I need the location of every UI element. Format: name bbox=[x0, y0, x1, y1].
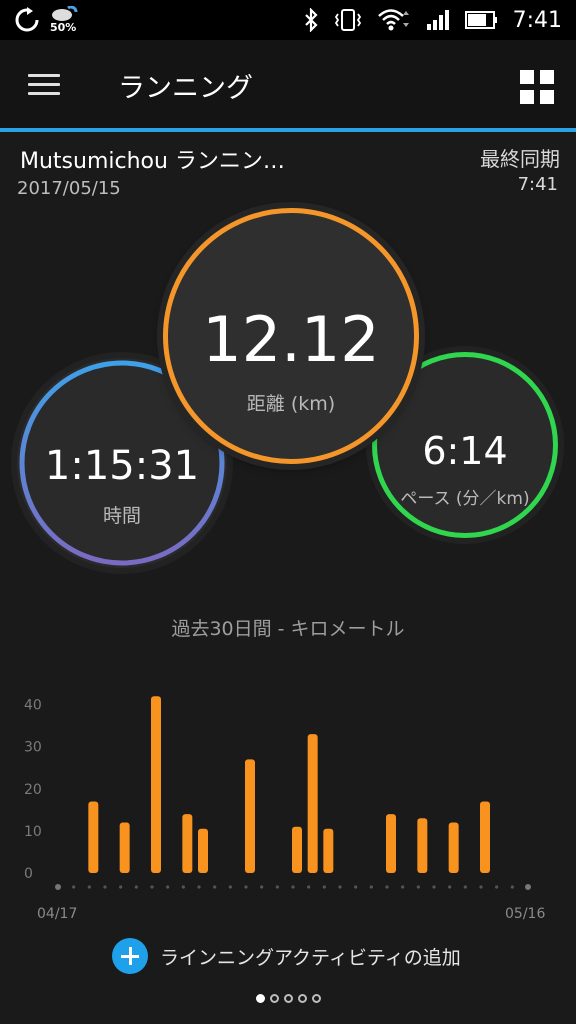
x-axis-dot bbox=[307, 885, 311, 889]
x-axis-dot bbox=[510, 885, 514, 889]
x-axis-dot bbox=[495, 885, 499, 889]
chart-bar[interactable] bbox=[448, 822, 459, 873]
x-axis-dot bbox=[448, 885, 452, 889]
clock: 7:41 bbox=[512, 7, 562, 33]
chart-bar[interactable] bbox=[198, 828, 208, 873]
x-axis-dot bbox=[213, 885, 217, 889]
activity-title[interactable]: Mutsumichou ランニン… bbox=[20, 143, 285, 175]
distance-gauge[interactable]: 12.12 距離 (km) bbox=[163, 208, 419, 464]
chart-bar[interactable] bbox=[417, 818, 428, 873]
distance-value: 12.12 bbox=[202, 303, 380, 376]
grid-icon[interactable] bbox=[520, 70, 554, 104]
chart-bar[interactable] bbox=[151, 696, 161, 873]
chart-bar[interactable] bbox=[323, 828, 334, 873]
hamburger-menu-icon[interactable] bbox=[28, 74, 60, 96]
pace-value: 6:14 bbox=[422, 429, 508, 473]
weather-icon: 50% bbox=[50, 5, 78, 34]
x-axis-end-label: 05/16 bbox=[505, 906, 546, 922]
chart-bar[interactable] bbox=[119, 822, 130, 873]
x-axis-dot bbox=[260, 885, 264, 889]
x-axis-dot bbox=[87, 885, 91, 889]
page-dot[interactable] bbox=[283, 994, 293, 1003]
x-axis-dot bbox=[338, 885, 342, 889]
chart-bar[interactable] bbox=[386, 814, 396, 873]
bluetooth-icon bbox=[304, 8, 318, 32]
battery-icon bbox=[464, 11, 497, 29]
chart-bar[interactable] bbox=[88, 801, 99, 873]
chart-bar[interactable] bbox=[480, 801, 490, 873]
pace-label: ペース (分／km) bbox=[400, 489, 530, 509]
x-axis-dot bbox=[244, 885, 248, 889]
x-axis-dot bbox=[197, 885, 201, 889]
activity-date: 2017/05/15 bbox=[17, 178, 121, 199]
y-tick-label: 20 bbox=[24, 782, 42, 798]
chart-title: 過去30日間 - キロメートル bbox=[171, 618, 405, 640]
x-axis-dot bbox=[119, 885, 123, 889]
x-axis-dot bbox=[322, 885, 326, 889]
x-axis-dot bbox=[463, 885, 467, 889]
weather-percent: 50% bbox=[50, 21, 77, 34]
x-axis-start-label: 04/17 bbox=[37, 906, 78, 922]
x-axis-dot bbox=[432, 885, 436, 889]
x-axis-dot bbox=[228, 885, 232, 889]
x-axis-dot bbox=[72, 885, 76, 889]
toolbar-accent-line bbox=[0, 128, 576, 132]
page-dot[interactable] bbox=[255, 994, 265, 1003]
distance-bar-chart[interactable]: 0 10 20 30 40 bbox=[0, 670, 576, 900]
add-activity-button[interactable]: ラインニングアクティビティの追加 bbox=[112, 938, 461, 974]
chart-bar[interactable] bbox=[292, 826, 302, 873]
page-title: ランニング bbox=[118, 73, 253, 104]
signal-icon bbox=[426, 10, 449, 30]
x-axis-dot bbox=[103, 885, 107, 889]
x-axis-dot bbox=[369, 885, 373, 889]
x-axis-dot bbox=[354, 885, 358, 889]
page-dot[interactable] bbox=[297, 994, 307, 1003]
x-axis-dot bbox=[150, 885, 154, 889]
y-tick-label: 0 bbox=[24, 866, 33, 882]
x-axis-dot bbox=[55, 884, 61, 890]
x-axis-dot bbox=[166, 885, 170, 889]
x-axis-dot bbox=[416, 885, 420, 889]
chart-bar[interactable] bbox=[182, 814, 193, 873]
page-indicator[interactable] bbox=[0, 994, 576, 1003]
chart-bar[interactable] bbox=[307, 734, 318, 873]
add-icon bbox=[112, 938, 148, 974]
y-tick-label: 40 bbox=[24, 698, 42, 714]
x-axis-dot bbox=[134, 885, 138, 889]
sync-icon bbox=[15, 7, 39, 32]
distance-label: 距離 (km) bbox=[246, 393, 336, 415]
last-sync-time: 7:41 bbox=[517, 174, 558, 195]
vibrate-icon bbox=[334, 9, 361, 31]
page-dot[interactable] bbox=[269, 994, 279, 1003]
x-axis-dot bbox=[479, 885, 483, 889]
time-label: 時間 bbox=[102, 505, 141, 527]
page-dot[interactable] bbox=[311, 994, 321, 1003]
y-tick-label: 10 bbox=[24, 824, 42, 840]
x-axis-dot bbox=[401, 885, 405, 889]
last-sync-label: 最終同期 bbox=[480, 147, 560, 171]
y-tick-label: 30 bbox=[24, 740, 42, 756]
status-bar: 50% 7:41 bbox=[0, 0, 576, 40]
x-axis-dot bbox=[181, 885, 185, 889]
x-axis-dot bbox=[291, 885, 295, 889]
add-activity-label: ラインニングアクティビティの追加 bbox=[160, 946, 461, 969]
x-axis-dot bbox=[525, 884, 531, 890]
time-value: 1:15:31 bbox=[44, 443, 200, 489]
x-axis-dot bbox=[275, 885, 279, 889]
wifi-icon bbox=[377, 9, 409, 31]
x-axis-dot bbox=[385, 885, 389, 889]
app-toolbar: ランニング bbox=[0, 40, 576, 128]
chart-bar[interactable] bbox=[245, 759, 255, 873]
